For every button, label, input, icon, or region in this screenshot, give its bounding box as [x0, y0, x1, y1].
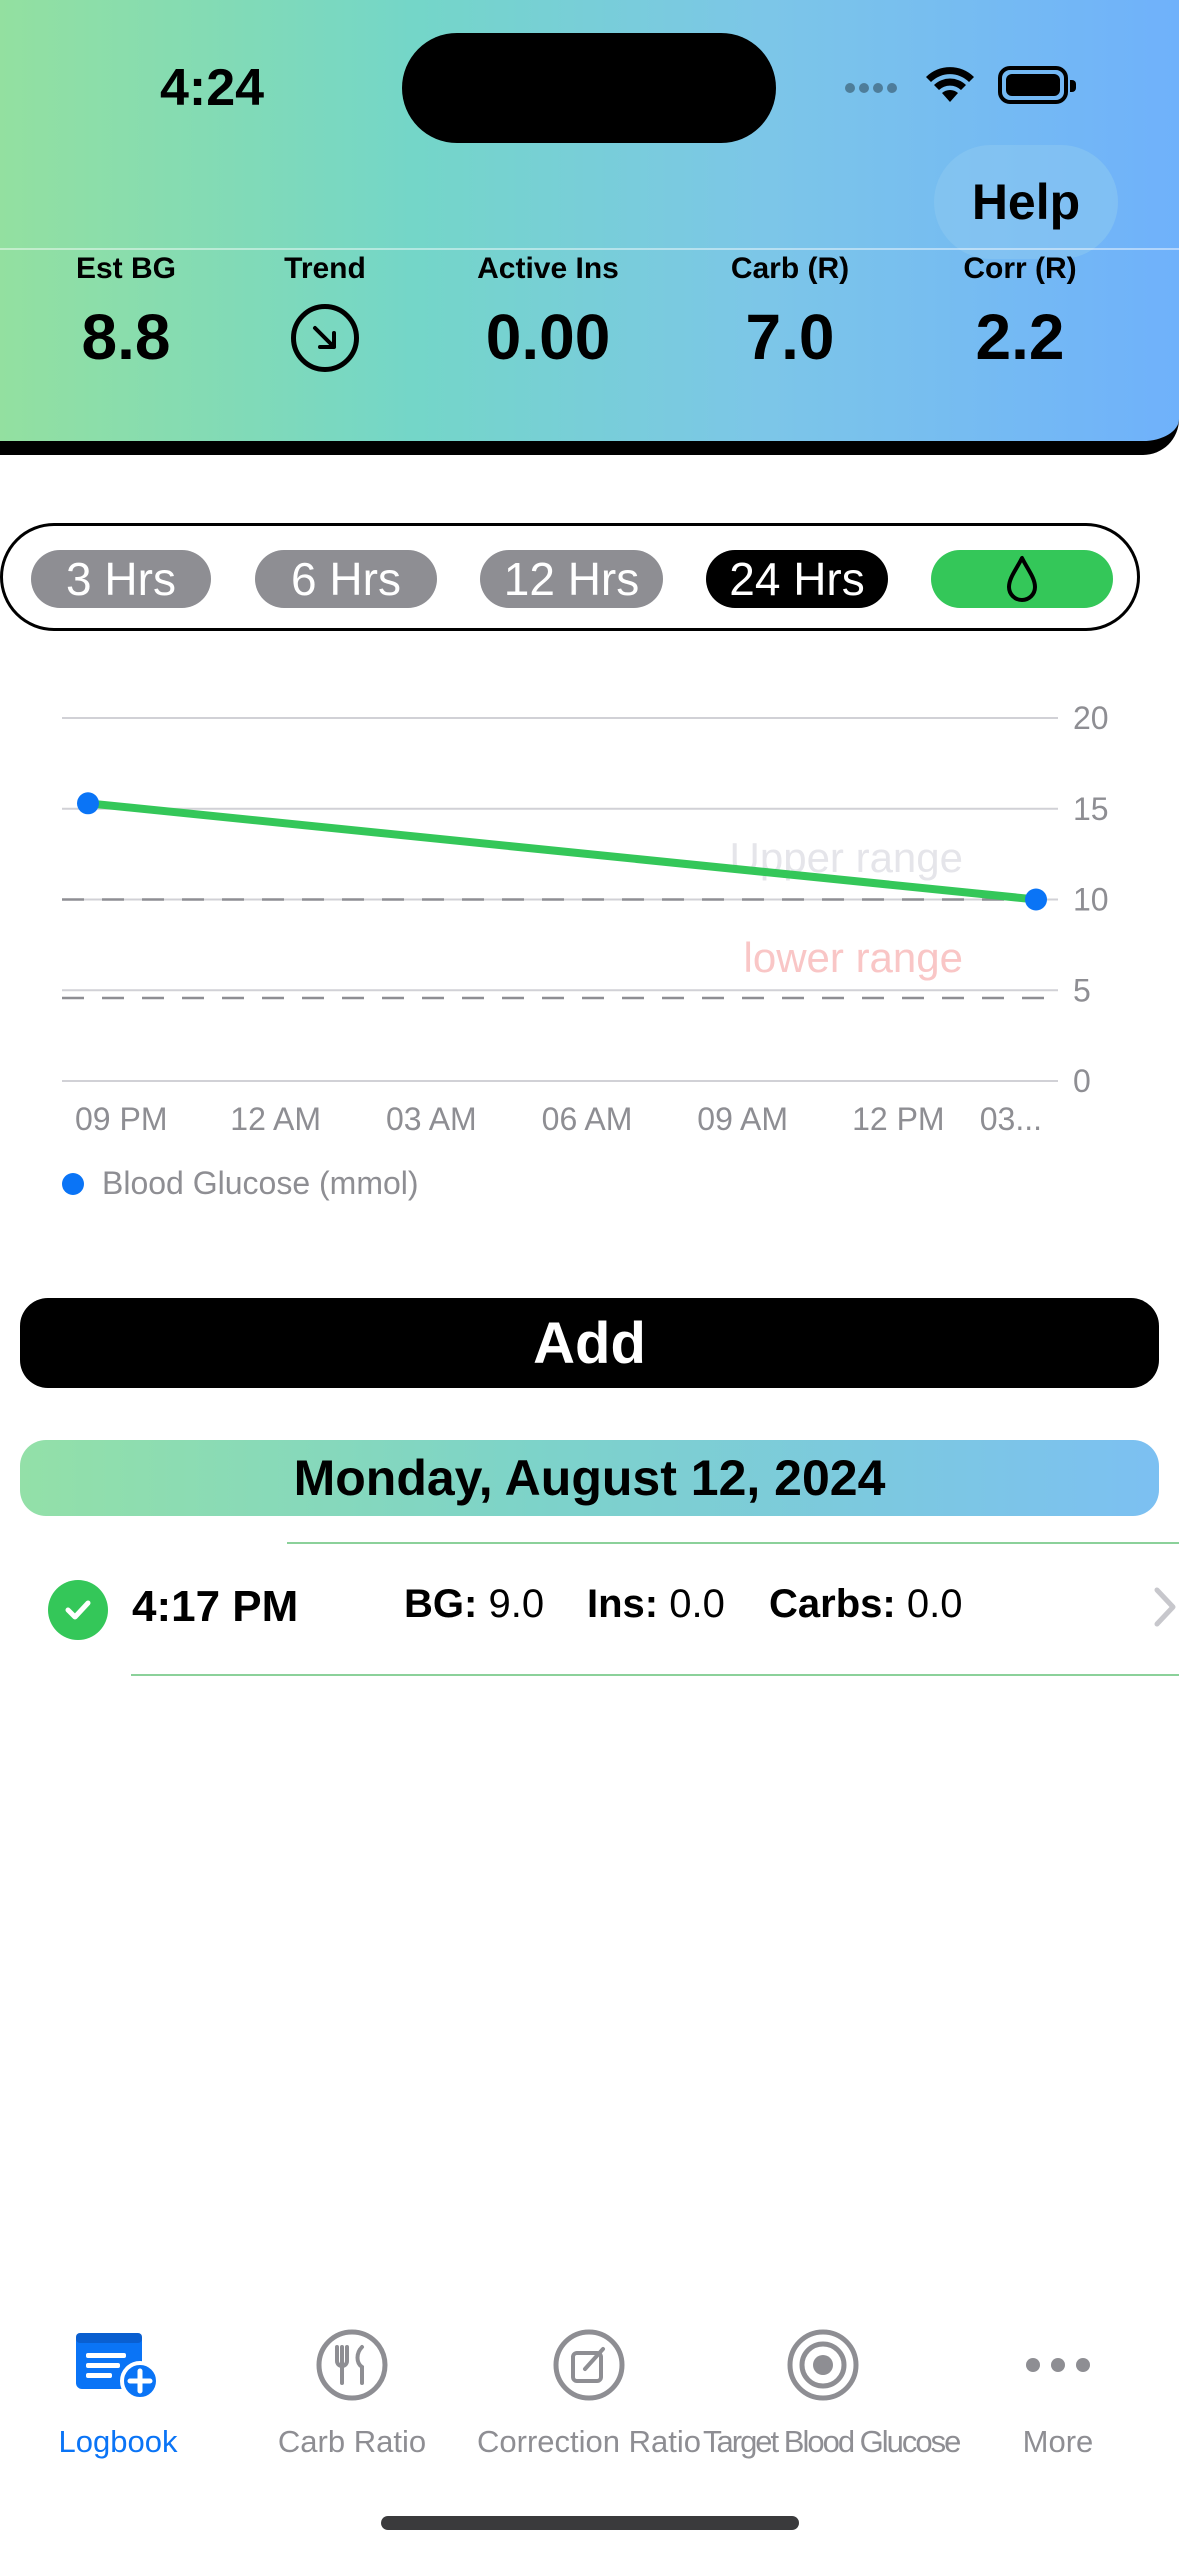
- wifi-icon: [926, 67, 974, 102]
- x-tick-label: 12 AM: [230, 1101, 321, 1137]
- tab-label: Logbook: [58, 2424, 178, 2459]
- x-tick-label: 03...: [980, 1101, 1042, 1137]
- stat-trend: Trend: [260, 252, 390, 372]
- stat-label: Est BG: [75, 252, 177, 285]
- entry-ins-value: 0.0: [669, 1582, 725, 1626]
- tab-label: Correction Ratio: [477, 2424, 701, 2459]
- y-tick-label: 5: [1073, 972, 1091, 1008]
- stat-label: Carb (R): [730, 252, 850, 285]
- y-tick-label: 0: [1073, 1063, 1091, 1099]
- time-range-selector: 3 Hrs 6 Hrs 12 Hrs 24 Hrs: [0, 523, 1140, 631]
- stat-est-bg: Est BG 8.8: [56, 252, 196, 374]
- dynamic-island: [402, 33, 776, 143]
- range-3-hrs-button[interactable]: 3 Hrs: [31, 550, 211, 608]
- legend-label: Blood Glucose (mmol): [102, 1165, 419, 1201]
- drop-icon: [1007, 556, 1037, 602]
- arrow-down-right-circle-icon: [291, 304, 359, 372]
- logbook-entry-row[interactable]: 4:17 PM BG: 9.0 Ins: 0.0 Carbs: 0.0: [0, 1544, 1179, 1674]
- entry-bg: BG: 9.0: [404, 1582, 544, 1627]
- cellular-icon: [845, 80, 907, 100]
- x-tick-label: 09 PM: [75, 1101, 167, 1137]
- x-tick-label: 03 AM: [386, 1101, 477, 1137]
- tab-logbook[interactable]: Logbook: [0, 2320, 238, 2460]
- stat-label: Active Ins: [477, 252, 619, 285]
- entry-ins-label: Ins:: [587, 1582, 659, 1626]
- stat-value: 0.00: [485, 301, 611, 373]
- drop-toggle-button[interactable]: [931, 550, 1113, 608]
- stat-correction-ratio: Corr (R) 2.2: [940, 252, 1100, 374]
- home-indicator: [381, 2516, 799, 2530]
- entry-bg-value: 9.0: [488, 1582, 545, 1626]
- stat-value: 2.2: [975, 301, 1065, 373]
- entry-carbs-value: 0.0: [906, 1582, 963, 1626]
- logbook-icon: [0, 2320, 238, 2410]
- add-entry-button[interactable]: Add: [20, 1298, 1159, 1388]
- stat-label: Trend: [284, 252, 366, 285]
- x-tick-label: 12 PM: [852, 1101, 944, 1137]
- entry-carbs: Carbs: 0.0: [769, 1582, 962, 1627]
- entry-time: 4:17 PM: [132, 1582, 299, 1631]
- lower-range-label: lower range: [744, 934, 963, 981]
- entry-carbs-label: Carbs:: [769, 1582, 896, 1626]
- chart-legend: Blood Glucose (mmol): [62, 1165, 419, 1202]
- battery-icon: [998, 66, 1076, 104]
- range-24-hrs-button[interactable]: 24 Hrs: [706, 550, 888, 608]
- data-point: [77, 792, 99, 815]
- date-section-header: Monday, August 12, 2024: [20, 1440, 1159, 1516]
- status-time: 4:24: [160, 59, 265, 117]
- x-tick-label: 09 AM: [697, 1101, 788, 1137]
- stat-carb-ratio: Carb (R) 7.0: [710, 252, 870, 374]
- entry-insulin: Ins: 0.0: [587, 1582, 725, 1627]
- tab-label: Carb Ratio: [277, 2424, 427, 2459]
- header-panel: 4:24 Help Est BG 8.8 Trend Active Ins 0.…: [0, 0, 1179, 455]
- more-dots-icon: [938, 2320, 1178, 2410]
- range-6-hrs-button[interactable]: 6 Hrs: [255, 550, 437, 608]
- range-12-hrs-button[interactable]: 12 Hrs: [480, 550, 663, 608]
- edit-square-icon: [469, 2320, 709, 2410]
- x-tick-label: 06 AM: [542, 1101, 633, 1137]
- checkmark-circle-icon: [48, 1580, 108, 1640]
- tab-more[interactable]: More: [938, 2320, 1178, 2460]
- data-point: [1025, 888, 1047, 911]
- stat-active-ins: Active Ins 0.00: [460, 252, 636, 374]
- target-icon: [703, 2320, 943, 2410]
- stat-value: 8.8: [81, 301, 171, 373]
- chevron-right-icon: [1154, 1587, 1176, 1627]
- tab-label: More: [1022, 2424, 1094, 2459]
- tab-label: Target Blood Glucose: [703, 2424, 961, 2459]
- row-divider: [131, 1674, 1179, 1676]
- stats-divider: [0, 248, 1179, 250]
- fork-knife-icon: [232, 2320, 472, 2410]
- y-tick-label: 20: [1073, 700, 1109, 736]
- stat-label: Corr (R): [963, 252, 1077, 285]
- stat-value: 7.0: [745, 301, 835, 373]
- entry-bg-label: BG:: [404, 1582, 478, 1626]
- y-tick-label: 10: [1073, 882, 1109, 918]
- tab-correction-ratio[interactable]: Correction Ratio: [469, 2320, 709, 2460]
- tab-carb-ratio[interactable]: Carb Ratio: [232, 2320, 472, 2460]
- help-button[interactable]: Help: [934, 145, 1118, 259]
- y-tick-label: 15: [1073, 791, 1109, 827]
- tab-target-blood-glucose[interactable]: Target Blood Glucose: [703, 2320, 961, 2460]
- legend-marker: [62, 1172, 84, 1195]
